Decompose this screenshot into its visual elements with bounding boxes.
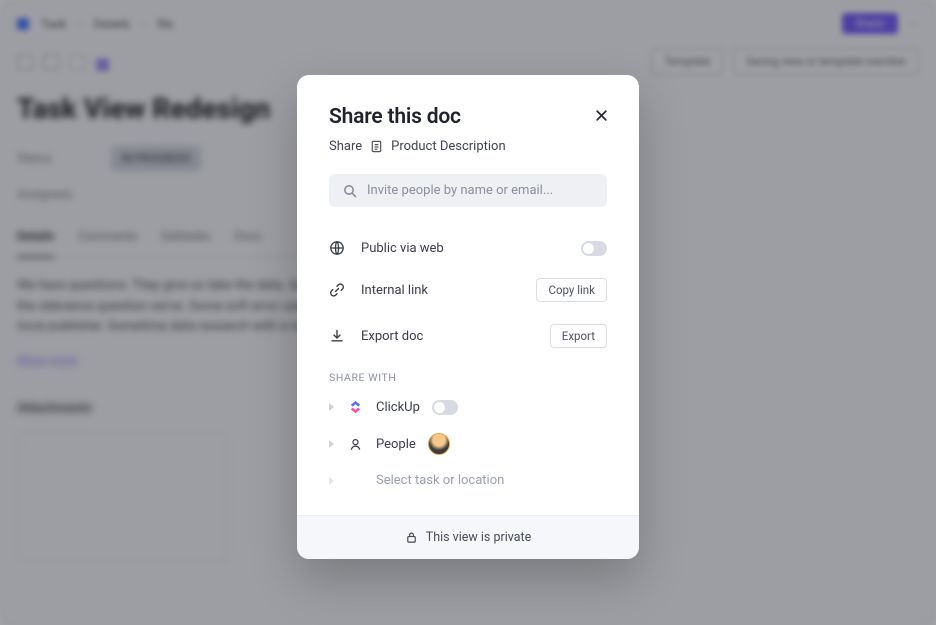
- modal-title: Share this doc: [329, 105, 607, 129]
- share-prefix: Share: [329, 139, 362, 154]
- expand-icon: [329, 403, 334, 411]
- export-doc-label: Export doc: [361, 329, 536, 344]
- select-task-row[interactable]: Select task or location: [329, 464, 607, 497]
- share-doc-modal: Share this doc Share Product Description…: [297, 75, 639, 559]
- close-button[interactable]: [593, 107, 609, 123]
- export-doc-row: Export doc Export: [329, 313, 607, 359]
- close-icon: [595, 109, 608, 122]
- share-with-section-label: SHARE WITH: [329, 371, 607, 384]
- expand-icon: [329, 440, 334, 448]
- share-clickup-label: ClickUp: [376, 400, 420, 415]
- invite-input[interactable]: [367, 183, 593, 198]
- clickup-icon: [346, 399, 364, 415]
- modal-footer: This view is private: [297, 515, 639, 559]
- lock-icon: [405, 531, 418, 544]
- copy-link-button[interactable]: Copy link: [536, 278, 607, 302]
- export-button[interactable]: Export: [550, 324, 607, 348]
- person-avatar: [428, 433, 450, 455]
- public-web-toggle[interactable]: [581, 241, 607, 256]
- search-icon: [343, 184, 357, 198]
- share-clickup-row[interactable]: ClickUp: [329, 390, 607, 424]
- person-icon: [346, 437, 364, 452]
- modal-subtitle: Share Product Description: [329, 139, 607, 154]
- doc-name: Product Description: [391, 139, 506, 154]
- public-web-row: Public via web: [329, 229, 607, 267]
- share-people-row[interactable]: People: [329, 424, 607, 464]
- share-people-label: People: [376, 437, 416, 452]
- clickup-toggle[interactable]: [432, 400, 458, 415]
- doc-icon: [370, 140, 383, 153]
- download-icon: [329, 328, 345, 344]
- invite-search[interactable]: [329, 174, 607, 207]
- select-task-label: Select task or location: [376, 473, 504, 488]
- globe-icon: [329, 240, 345, 256]
- internal-link-label: Internal link: [361, 283, 522, 298]
- public-web-label: Public via web: [361, 241, 567, 256]
- footer-text: This view is private: [426, 530, 532, 545]
- expand-icon: [329, 477, 334, 485]
- link-icon: [329, 282, 345, 298]
- internal-link-row: Internal link Copy link: [329, 267, 607, 313]
